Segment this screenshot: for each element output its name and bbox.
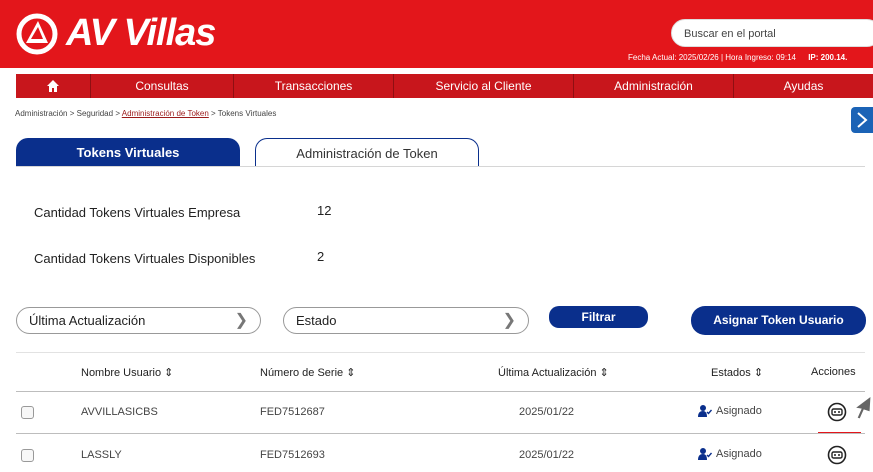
cell-fecha: 2025/01/22 [519,449,575,461]
cell-nombre: AVVILLASICBS [81,406,158,418]
nav-item-transacciones[interactable]: Transacciones [234,74,394,98]
breadcrumb: Administración > Seguridad > Administrac… [15,109,276,118]
tab-administracion-token[interactable]: Administración de Token [255,138,479,167]
status-label: Asignado [716,448,762,460]
status-badge: Asignado [698,405,762,417]
token-action-icon[interactable] [827,402,847,422]
nav-item-servicio-cliente[interactable]: Servicio al Cliente [394,74,574,98]
column-header-actualizacion[interactable]: Última Actualización ⇕ [498,366,609,379]
stat-disponibles-value: 2 [317,249,325,264]
search-input[interactable]: Buscar en el portal [671,19,873,47]
chevron-right-icon [857,112,868,128]
sort-icon: ⇕ [599,367,609,379]
select-label: Estado [296,313,337,328]
table-header-divider [16,391,865,392]
stat-empresa-value: 12 [317,203,332,218]
token-action-icon[interactable] [827,445,847,465]
estado-select[interactable]: Estado ❯ [283,307,529,334]
sort-icon: ⇕ [346,367,356,379]
table-row-divider [16,433,865,434]
breadcrumb-link[interactable]: Administración de Token [122,109,209,118]
av-villas-logo-icon [16,13,58,54]
tab-tokens-virtuales[interactable]: Tokens Virtuales [16,138,240,167]
user-check-icon [698,405,712,417]
row-checkbox[interactable] [21,449,34,462]
cell-serie: FED7512687 [260,406,325,418]
chevron-right-icon: ❯ [502,312,516,329]
header-bar: AV Villas Buscar en el portal Fecha Actu… [0,0,873,68]
ip-address: IP: 200.14. [808,53,848,62]
row-checkbox[interactable] [21,406,34,419]
asignar-token-button[interactable]: Asignar Token Usuario [691,306,866,335]
stat-disponibles-label: Cantidad Tokens Virtuales Disponibles [34,251,256,266]
user-check-icon [698,448,712,460]
tabs-divider [16,166,865,167]
column-header-serie[interactable]: Número de Serie ⇕ [260,366,355,379]
cell-nombre: LASSLY [81,449,122,461]
cell-serie: FED7512693 [260,449,325,461]
sort-icon: ⇕ [753,367,764,379]
breadcrumb-item[interactable]: Administración [15,109,67,118]
breadcrumb-separator: > [211,109,216,118]
column-header-estados[interactable]: Estados ⇕ [711,366,763,379]
brand-name: AV Villas [66,12,216,54]
status-label: Asignado [716,405,762,417]
header-label: Última Actualización [498,367,597,379]
side-panel-toggle[interactable] [851,107,873,133]
select-label: Última Actualización [29,313,146,328]
session-info: Fecha Actual: 2025/02/26 | Hora Ingreso:… [628,53,847,62]
breadcrumb-item[interactable]: Seguridad [77,109,113,118]
home-icon [47,80,59,92]
session-date-time: Fecha Actual: 2025/02/26 | Hora Ingreso:… [628,53,796,62]
column-header-acciones: Acciones [811,366,856,378]
breadcrumb-separator: > [69,109,75,118]
mouse-pointer-icon [853,394,872,420]
nav-home[interactable] [16,74,91,98]
ultima-actualizacion-select[interactable]: Última Actualización ❯ [16,307,261,334]
header-label: Estados [711,367,751,379]
nav-item-consultas[interactable]: Consultas [91,74,234,98]
breadcrumb-separator: > [115,109,120,118]
table-top-divider [16,352,865,353]
filtrar-button[interactable]: Filtrar [549,306,648,328]
nav-item-administracion[interactable]: Administración [574,74,734,98]
nav-item-ayudas[interactable]: Ayudas [734,74,873,98]
breadcrumb-current: Tokens Virtuales [217,109,277,118]
header-label: Nombre Usuario [81,367,162,379]
cell-fecha: 2025/01/22 [519,406,575,418]
main-nav: Consultas Transacciones Servicio al Clie… [16,74,873,98]
brand-logo[interactable]: AV Villas [14,12,216,55]
stat-empresa-label: Cantidad Tokens Virtuales Empresa [34,205,241,220]
column-header-nombre[interactable]: Nombre Usuario ⇕ [81,366,173,379]
sort-icon: ⇕ [164,367,174,379]
status-badge: Asignado [698,448,762,460]
header-label: Número de Serie [260,367,344,379]
chevron-right-icon: ❯ [234,312,248,329]
